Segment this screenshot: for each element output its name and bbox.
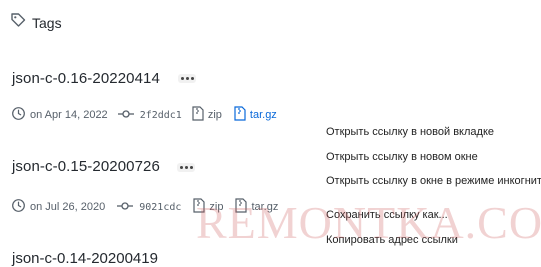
dot — [189, 166, 193, 169]
zip-link[interactable]: zip — [209, 201, 223, 213]
dot — [185, 77, 189, 80]
file-zip-icon — [193, 198, 205, 216]
tag-date: on Jul 26, 2020 — [30, 201, 106, 213]
file-zip-icon — [234, 106, 246, 124]
tags-title: Tags — [32, 14, 62, 31]
tag-name-1[interactable]: json-c-0.16-20220414 — [12, 70, 160, 87]
zip-link[interactable]: zip — [208, 109, 222, 121]
ctx-copy-link-address[interactable]: Копировать адрес ссылки — [326, 234, 458, 246]
ctx-open-new-window[interactable]: Открыть ссылку в новом окне — [326, 151, 478, 163]
tag-meta-2: on Jul 26, 2020 9021cdc zip tar.gz — [11, 198, 278, 216]
clock-icon — [11, 198, 26, 216]
commit-icon — [117, 108, 134, 123]
tag-date: on Apr 14, 2022 — [30, 109, 108, 121]
dot — [179, 166, 183, 169]
ctx-open-new-tab[interactable]: Открыть ссылку в новой вкладке — [326, 126, 494, 138]
tag-menu-button-1[interactable] — [178, 74, 196, 83]
context-menu: Открыть ссылку в новой вкладке Открыть с… — [318, 120, 541, 257]
file-zip-icon — [235, 198, 248, 216]
tag-name-3[interactable]: json-c-0.14-20200419 — [12, 250, 158, 267]
tags-header: Tags — [10, 12, 62, 33]
commit-hash[interactable]: 2f2ddc1 — [140, 110, 182, 121]
clock-icon — [11, 106, 26, 124]
dot — [184, 166, 188, 169]
dot — [190, 77, 194, 80]
dot — [180, 77, 184, 80]
file-zip-icon — [192, 106, 204, 124]
tag-name-2[interactable]: json-c-0.15-20200726 — [12, 158, 160, 175]
tag-meta-1: on Apr 14, 2022 2f2ddc1 zip tar.gz — [11, 106, 277, 124]
ctx-save-link-as[interactable]: Сохранить ссылку как... — [326, 209, 448, 221]
tag-menu-button-2[interactable] — [177, 163, 195, 172]
commit-hash[interactable]: 9021cdc — [139, 202, 181, 213]
commit-icon — [117, 200, 134, 215]
targz-link[interactable]: tar.gz — [250, 109, 277, 121]
ctx-open-incognito[interactable]: Открыть ссылку в окне в режиме инкогнито — [326, 175, 541, 187]
tag-icon — [10, 12, 26, 33]
targz-link[interactable]: tar.gz — [251, 201, 278, 213]
